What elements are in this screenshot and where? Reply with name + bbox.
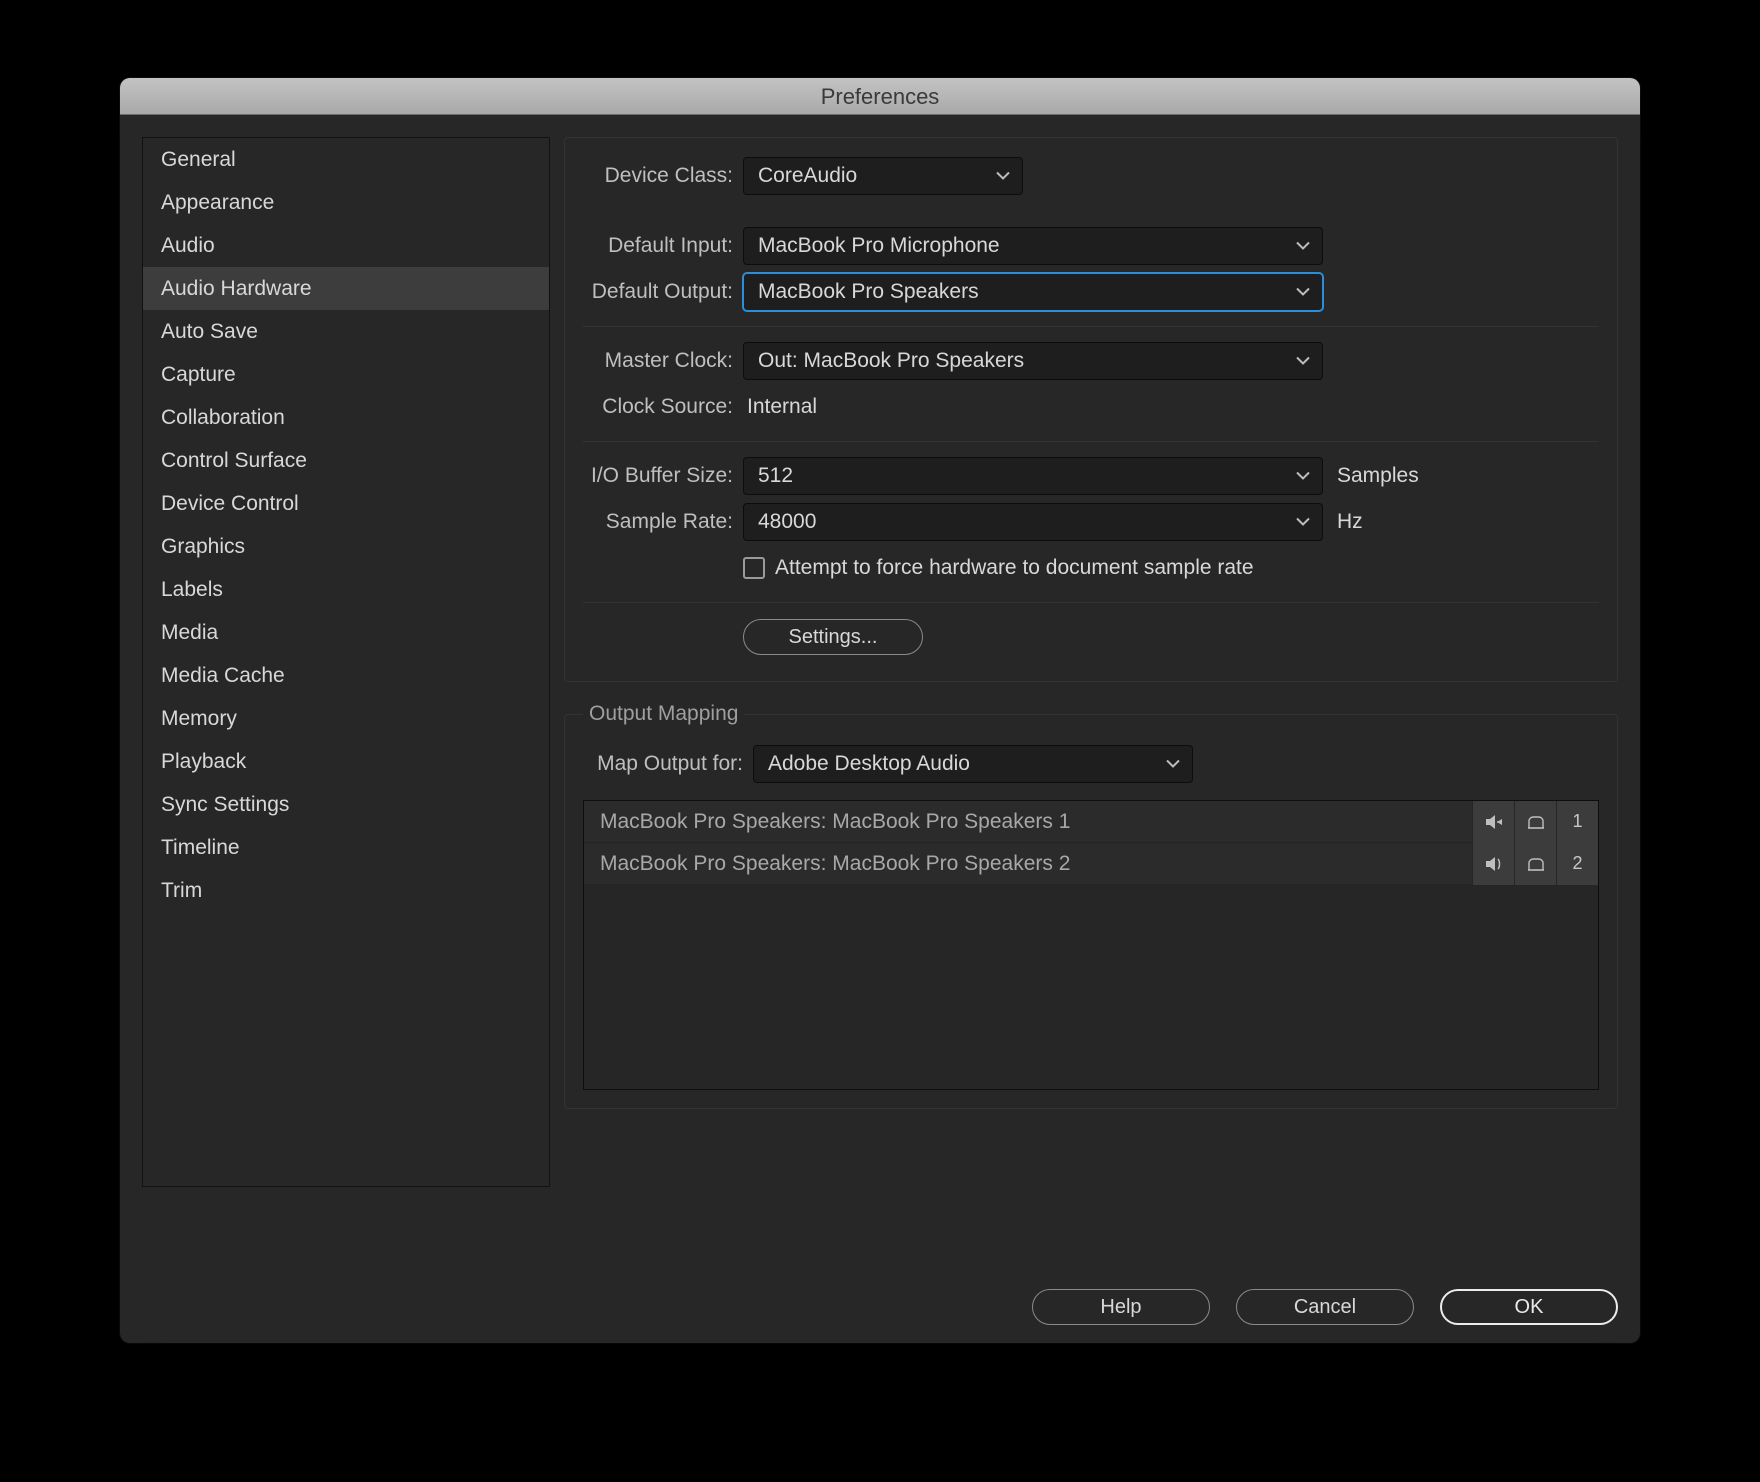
chevron-down-icon [1296, 288, 1310, 297]
sidebar-item-timeline[interactable]: Timeline [143, 826, 549, 869]
output-mapping-legend: Output Mapping [583, 702, 744, 726]
chevron-down-icon [1296, 518, 1310, 527]
output-mapping-list: MacBook Pro Speakers: MacBook Pro Speake… [583, 800, 1599, 1090]
output-mapping-panel: Output Mapping Map Output for: Adobe Des… [564, 702, 1618, 1109]
cancel-button[interactable]: Cancel [1236, 1289, 1414, 1325]
device-class-dropdown[interactable]: CoreAudio [743, 157, 1023, 195]
default-input-label: Default Input: [583, 234, 743, 258]
sample-rate-dropdown[interactable]: 48000 [743, 503, 1323, 541]
preferences-window: Preferences GeneralAppearanceAudioAudio … [120, 78, 1640, 1343]
io-buffer-value: 512 [758, 464, 793, 488]
audio-hardware-panel: Device Class: CoreAudio Default Input: M… [564, 137, 1618, 682]
sample-rate-value: 48000 [758, 510, 816, 534]
sidebar-item-device-control[interactable]: Device Control [143, 482, 549, 525]
chevron-down-icon [1296, 357, 1310, 366]
sidebar-item-audio-hardware[interactable]: Audio Hardware [143, 267, 549, 310]
sidebar-item-audio[interactable]: Audio [143, 224, 549, 267]
sidebar-item-trim[interactable]: Trim [143, 869, 549, 912]
clock-source-value: Internal [743, 395, 817, 419]
window-title: Preferences [120, 78, 1640, 115]
sidebar-item-memory[interactable]: Memory [143, 697, 549, 740]
sidebar-item-general[interactable]: General [143, 138, 549, 181]
output-mapping-row-label: MacBook Pro Speakers: MacBook Pro Speake… [600, 810, 1472, 834]
chevron-down-icon [1296, 472, 1310, 481]
sidebar-item-media[interactable]: Media [143, 611, 549, 654]
channel-number[interactable]: 2 [1556, 843, 1598, 885]
sidebar-item-collaboration[interactable]: Collaboration [143, 396, 549, 439]
sample-rate-label: Sample Rate: [583, 510, 743, 534]
map-output-value: Adobe Desktop Audio [768, 752, 970, 776]
output-mapping-row[interactable]: MacBook Pro Speakers: MacBook Pro Speake… [584, 801, 1598, 843]
io-buffer-unit: Samples [1323, 464, 1419, 488]
clock-source-label: Clock Source: [583, 395, 743, 419]
preferences-main: Device Class: CoreAudio Default Input: M… [550, 115, 1640, 1343]
sidebar-item-graphics[interactable]: Graphics [143, 525, 549, 568]
io-buffer-label: I/O Buffer Size: [583, 464, 743, 488]
default-output-label: Default Output: [583, 280, 743, 304]
preferences-sidebar: GeneralAppearanceAudioAudio HardwareAuto… [142, 137, 550, 1187]
force-hardware-label: Attempt to force hardware to document sa… [775, 556, 1254, 580]
help-button[interactable]: Help [1032, 1289, 1210, 1325]
sidebar-item-appearance[interactable]: Appearance [143, 181, 549, 224]
speaker-icon[interactable] [1472, 843, 1514, 885]
default-output-dropdown[interactable]: MacBook Pro Speakers [743, 273, 1323, 311]
fold-icon[interactable] [1514, 801, 1556, 843]
map-output-label: Map Output for: [583, 752, 753, 776]
speaker-icon[interactable] [1472, 801, 1514, 843]
chevron-down-icon [996, 172, 1010, 181]
force-hardware-checkbox[interactable] [743, 557, 765, 579]
default-input-dropdown[interactable]: MacBook Pro Microphone [743, 227, 1323, 265]
chevron-down-icon [1296, 242, 1310, 251]
device-class-value: CoreAudio [758, 164, 857, 188]
sidebar-item-playback[interactable]: Playback [143, 740, 549, 783]
sidebar-item-media-cache[interactable]: Media Cache [143, 654, 549, 697]
output-mapping-row-label: MacBook Pro Speakers: MacBook Pro Speake… [600, 852, 1472, 876]
default-input-value: MacBook Pro Microphone [758, 234, 1000, 258]
fold-icon[interactable] [1514, 843, 1556, 885]
sidebar-item-capture[interactable]: Capture [143, 353, 549, 396]
settings-button[interactable]: Settings... [743, 619, 923, 655]
ok-button[interactable]: OK [1440, 1289, 1618, 1325]
master-clock-dropdown[interactable]: Out: MacBook Pro Speakers [743, 342, 1323, 380]
output-mapping-row[interactable]: MacBook Pro Speakers: MacBook Pro Speake… [584, 843, 1598, 885]
map-output-dropdown[interactable]: Adobe Desktop Audio [753, 745, 1193, 783]
sidebar-item-labels[interactable]: Labels [143, 568, 549, 611]
sidebar-item-auto-save[interactable]: Auto Save [143, 310, 549, 353]
dialog-footer: Help Cancel OK [1032, 1289, 1618, 1325]
default-output-value: MacBook Pro Speakers [758, 280, 979, 304]
chevron-down-icon [1166, 760, 1180, 769]
io-buffer-dropdown[interactable]: 512 [743, 457, 1323, 495]
sidebar-item-sync-settings[interactable]: Sync Settings [143, 783, 549, 826]
master-clock-value: Out: MacBook Pro Speakers [758, 349, 1024, 373]
device-class-label: Device Class: [583, 164, 743, 188]
sample-rate-unit: Hz [1323, 510, 1363, 534]
master-clock-label: Master Clock: [583, 349, 743, 373]
channel-number[interactable]: 1 [1556, 801, 1598, 843]
sidebar-item-control-surface[interactable]: Control Surface [143, 439, 549, 482]
